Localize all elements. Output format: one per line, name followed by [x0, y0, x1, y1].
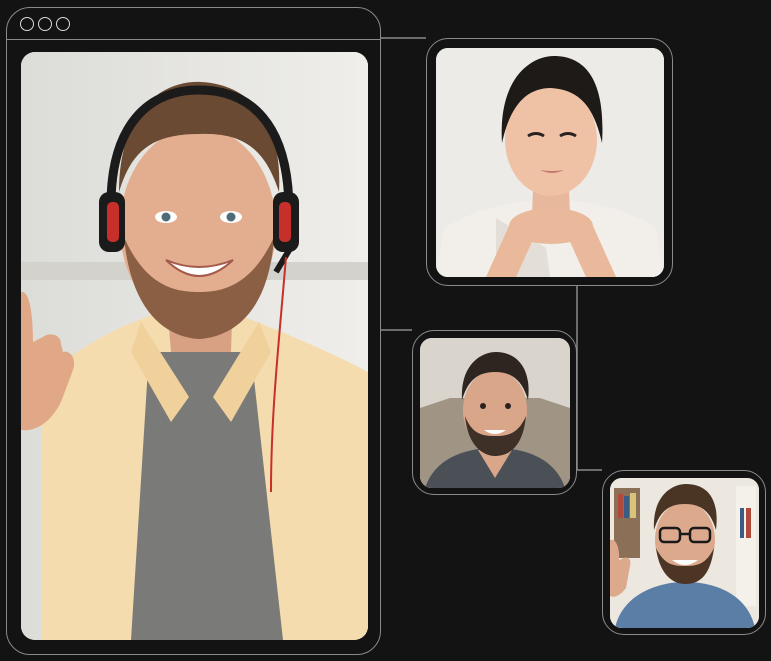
participant-2-video[interactable] [420, 338, 570, 488]
video-call-stage [0, 0, 771, 661]
participant-1-image [436, 48, 664, 277]
window-maximize-dot[interactable] [56, 17, 70, 31]
participant-3-image [610, 478, 759, 628]
window-close-dot[interactable] [20, 17, 34, 31]
participant-tile-2[interactable] [412, 330, 577, 495]
participant-tile-1[interactable] [426, 38, 673, 286]
participant-tile-3[interactable] [602, 470, 766, 635]
participant-1-video[interactable] [436, 48, 664, 277]
participant-3-video[interactable] [610, 478, 759, 628]
window-title-bar [7, 8, 380, 40]
main-call-window [6, 7, 381, 655]
window-minimize-dot[interactable] [38, 17, 52, 31]
participant-2-image [420, 338, 570, 488]
main-speaker-image [21, 52, 368, 640]
main-speaker-video[interactable] [21, 52, 368, 640]
